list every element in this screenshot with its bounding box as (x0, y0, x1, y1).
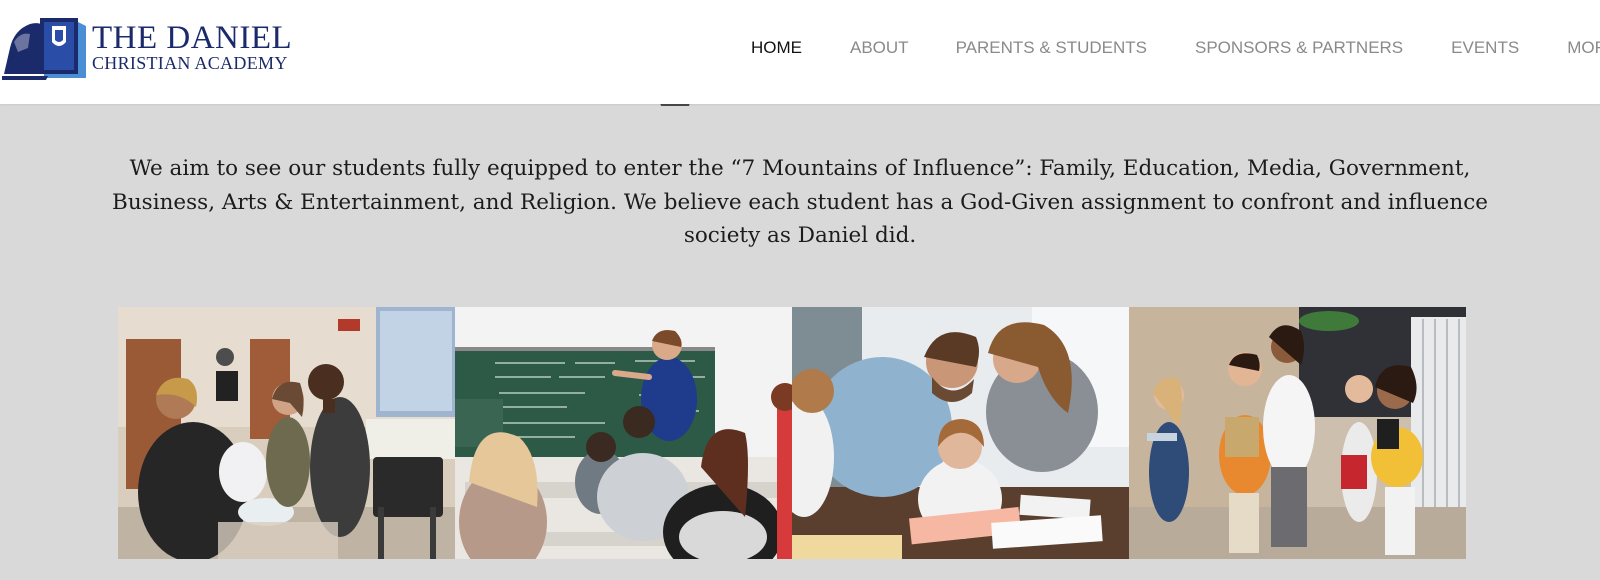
students-science-project-photo (118, 307, 455, 559)
photo-gallery (118, 307, 1466, 559)
nav-events[interactable]: EVENTS (1451, 38, 1519, 58)
teachers-helping-girl-write-photo (792, 307, 1129, 559)
nav-home[interactable]: HOME (751, 38, 802, 58)
nav-about[interactable]: ABOUT (850, 38, 909, 58)
math-classroom-chalkboard-photo (455, 307, 792, 559)
logo-title: THE DANIEL (92, 20, 293, 56)
lion-shield-book-icon (0, 12, 88, 82)
children-walking-school-hallway-photo (1129, 307, 1466, 559)
nav-sponsors-partners[interactable]: SPONSORS & PARTNERS (1195, 38, 1403, 58)
site-header: THE DANIEL CHRISTIAN ACADEMY HOME ABOUT … (0, 0, 1600, 104)
nav-more[interactable]: MORE... (1567, 38, 1600, 58)
mission-statement: We aim to see our students fully equippe… (112, 156, 1488, 248)
site-logo[interactable]: THE DANIEL CHRISTIAN ACADEMY (0, 12, 292, 82)
main-nav: HOME ABOUT PARENTS & STUDENTS SPONSORS &… (751, 38, 1600, 58)
nav-parents-students[interactable]: PARENTS & STUDENTS (956, 38, 1147, 58)
logo-subtitle: CHRISTIAN ACADEMY (92, 53, 288, 73)
